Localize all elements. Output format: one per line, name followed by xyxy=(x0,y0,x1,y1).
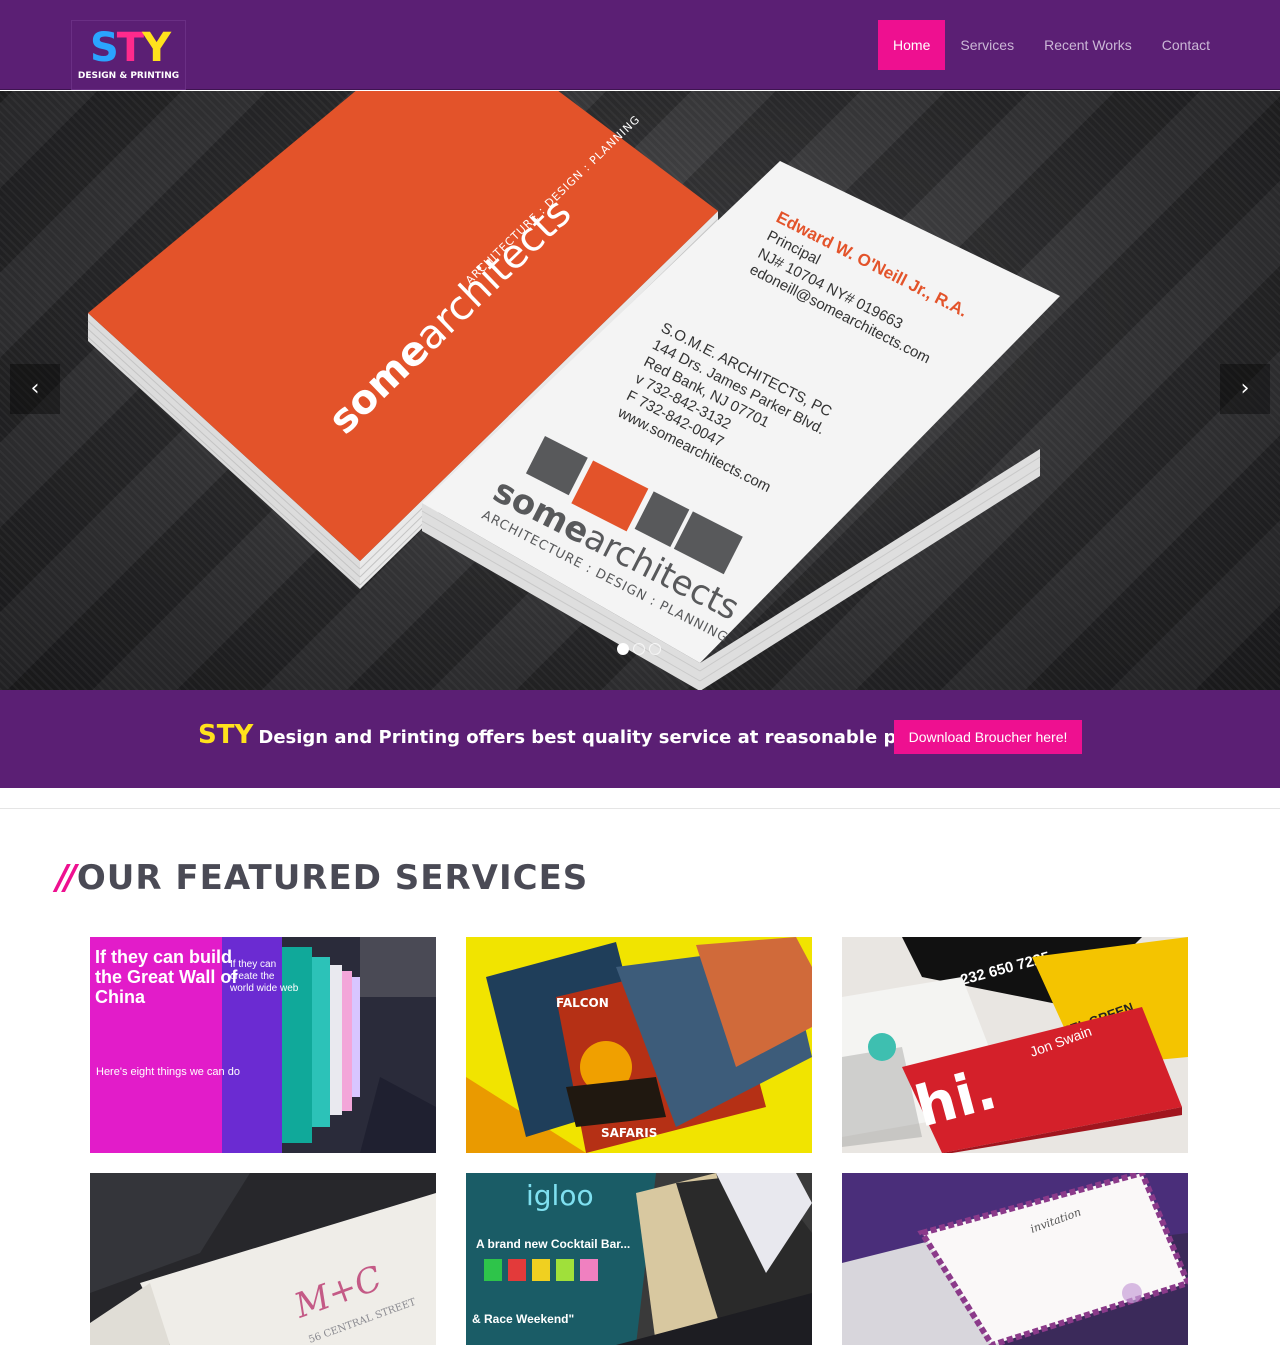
slider-prev-button[interactable]: ‹ xyxy=(10,364,60,414)
promo-text: Design and Printing offers best quality … xyxy=(258,727,943,748)
promo-brand: STY xyxy=(198,720,254,750)
svg-text:A brand new Cocktail Bar...: A brand new Cocktail Bar... xyxy=(476,1237,630,1251)
promo-bar: STY Design and Printing offers best qual… xyxy=(0,690,1280,788)
nav-recent-works[interactable]: Recent Works xyxy=(1029,20,1147,70)
service-image-flyers: igloo A brand new Cocktail Bar... & Race… xyxy=(466,1173,812,1345)
promo-message: STY Design and Printing offers best qual… xyxy=(198,720,942,750)
main-nav: Home Services Recent Works Contact xyxy=(878,20,1225,70)
slider-dot-3[interactable] xyxy=(649,643,661,655)
service-image-business-cards: 232 650 7225 MEL GREEN hi. Jon Swain xyxy=(842,937,1188,1153)
slider-indicators xyxy=(617,643,661,655)
svg-text:the Great Wall of: the Great Wall of xyxy=(95,967,238,987)
svg-text:world wide web: world wide web xyxy=(229,983,299,994)
service-tile-business-cards[interactable]: 232 650 7225 MEL GREEN hi. Jon Swain xyxy=(842,937,1188,1153)
site-header: STY DESIGN & PRINTING Home Services Rece… xyxy=(0,0,1280,90)
section-divider xyxy=(0,808,1280,809)
slider-dot-1[interactable] xyxy=(617,643,629,655)
chevron-left-icon: ‹ xyxy=(30,376,40,401)
nav-contact[interactable]: Contact xyxy=(1147,20,1225,70)
service-tile-brochures[interactable]: FALCON SAFARIS xyxy=(466,937,812,1153)
logo-subtitle: DESIGN & PRINTING xyxy=(77,71,180,81)
svg-text:FALCON: FALCON xyxy=(556,996,609,1010)
svg-text:create the: create the xyxy=(230,971,275,982)
download-brochure-button[interactable]: Download Broucher here! xyxy=(894,720,1082,754)
hero-slide-image: somearchitects ARCHITECTURE : DESIGN : P… xyxy=(87,91,1060,690)
svg-text:China: China xyxy=(95,987,146,1007)
nav-services[interactable]: Services xyxy=(945,20,1029,70)
service-image-posters: If they can build the Great Wall of Chin… xyxy=(90,937,436,1153)
svg-text:If they can build: If they can build xyxy=(95,947,232,967)
svg-text:Here's eight things we can do: Here's eight things we can do xyxy=(96,1066,240,1078)
service-tile-invitations[interactable]: invitation xyxy=(842,1173,1188,1345)
slider-next-button[interactable]: › xyxy=(1220,364,1270,414)
section-title: //OUR FEATURED SERVICES xyxy=(56,858,588,898)
svg-text:& Race Weekend": & Race Weekend" xyxy=(472,1312,574,1326)
title-slash-icon: // xyxy=(56,858,77,898)
nav-home[interactable]: Home xyxy=(878,20,946,70)
svg-text:SAFARIS: SAFARIS xyxy=(601,1126,657,1140)
svg-text:If they can: If they can xyxy=(230,959,276,970)
chevron-right-icon: › xyxy=(1240,376,1250,401)
slider-dot-2[interactable] xyxy=(633,643,645,655)
section-title-text: OUR FEATURED SERVICES xyxy=(76,858,589,898)
hero-slider: somearchitects ARCHITECTURE : DESIGN : P… xyxy=(0,91,1280,690)
service-tile-flyers[interactable]: igloo A brand new Cocktail Bar... & Race… xyxy=(466,1173,812,1345)
site-logo[interactable]: STY DESIGN & PRINTING xyxy=(71,20,186,90)
svg-text:igloo: igloo xyxy=(526,1179,594,1212)
service-tile-posters[interactable]: If they can build the Great Wall of Chin… xyxy=(90,937,436,1153)
service-image-brochures: FALCON SAFARIS xyxy=(466,937,812,1153)
logo-mark: STY xyxy=(89,25,171,71)
service-tile-envelopes[interactable]: M+C 56 CENTRAL STREET xyxy=(90,1173,436,1345)
service-image-envelopes: M+C 56 CENTRAL STREET xyxy=(90,1173,436,1345)
service-image-invitations: invitation xyxy=(842,1173,1188,1345)
cocktail-glasses xyxy=(484,1259,598,1281)
